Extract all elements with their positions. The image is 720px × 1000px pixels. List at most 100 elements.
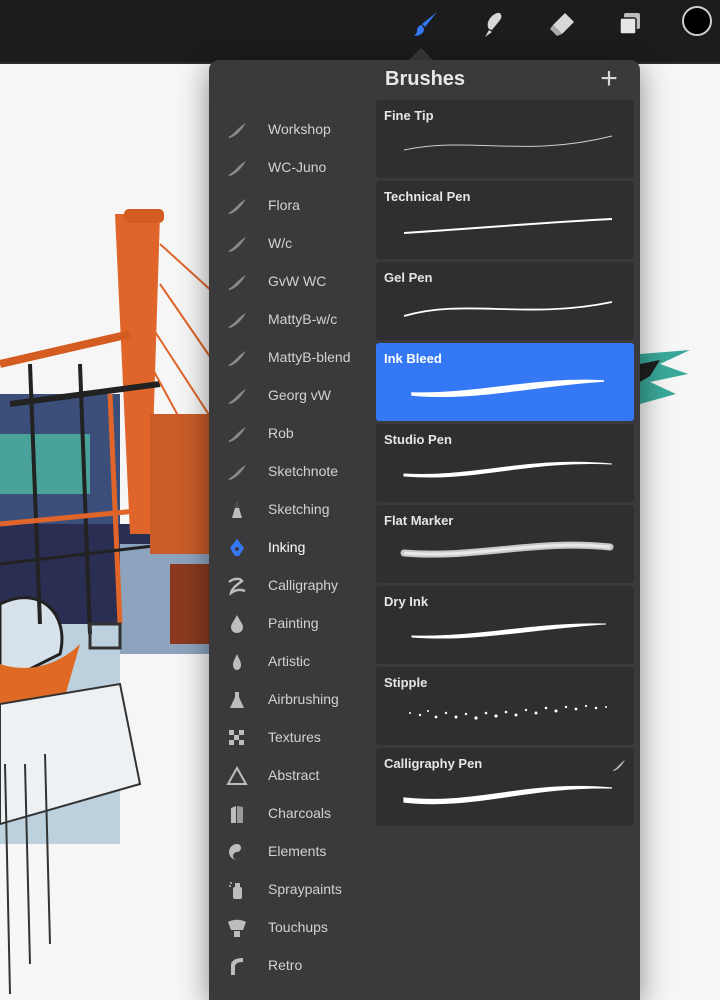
library-label: Calligraphy [268, 577, 339, 593]
brush-stroke-preview [400, 541, 614, 558]
library-label: Rob [268, 425, 294, 441]
brush-name: Dry Ink [384, 594, 429, 609]
charcoal-icon [226, 804, 248, 824]
spray-can-icon [226, 880, 248, 900]
library-item-retro[interactable]: Retro [209, 948, 375, 984]
library-item-workshop[interactable]: Workshop [209, 112, 375, 148]
library-item-rob[interactable]: Rob [209, 416, 375, 452]
brush-name: Studio Pen [384, 432, 452, 447]
library-item-spraypaints[interactable]: Spraypaints [209, 872, 375, 908]
library-item-mattyb-wc[interactable]: MattyB-w/c [209, 302, 375, 338]
library-label: Workshop [268, 121, 331, 137]
popover-arrow [409, 48, 433, 60]
brush-card-studio-pen[interactable]: Studio Pen [376, 424, 634, 502]
library-label: Inking [268, 539, 306, 555]
library-item-touchups[interactable]: Touchups [209, 910, 375, 946]
library-label: Touchups [268, 919, 328, 935]
library-item-wc-juno[interactable]: WC-Juno [209, 150, 375, 186]
library-label: Elements [268, 843, 327, 859]
library-item-inking[interactable]: Inking [209, 530, 375, 566]
color-swatch-button[interactable] [682, 6, 712, 36]
smudge-icon [485, 12, 502, 37]
library-label: WC-Juno [268, 159, 327, 175]
brush-stroke-icon [612, 758, 626, 776]
yin-yang-icon [226, 842, 248, 862]
library-item-painting[interactable]: Painting [209, 606, 375, 642]
retro-icon [226, 956, 248, 976]
brush-stroke-preview [403, 785, 613, 805]
brush-name: Gel Pen [384, 270, 433, 285]
smudge-tool-button[interactable] [478, 8, 510, 40]
library-item-artistic[interactable]: Artistic [209, 644, 375, 680]
brush-stroke-preview [403, 461, 613, 478]
brush-stroke-icon [226, 386, 248, 406]
library-label: MattyB-blend [268, 349, 351, 365]
library-item-airbrushing[interactable]: Airbrushing [209, 682, 375, 718]
brush-card-flat-marker[interactable]: Flat Marker [376, 505, 634, 583]
brush-stroke-icon [226, 234, 248, 254]
brush-stroke-preview [403, 135, 613, 151]
library-item-elements[interactable]: Elements [209, 834, 375, 870]
brush-name: Technical Pen [384, 189, 471, 204]
brush-stroke-preview [411, 623, 607, 639]
brush-card-dry-ink[interactable]: Dry Ink [376, 586, 634, 664]
brush-stroke-preview [403, 218, 613, 234]
eraser-tool-button[interactable] [546, 8, 578, 40]
library-item-textures[interactable]: Textures [209, 720, 375, 756]
library-label: Spraypaints [268, 881, 342, 897]
brush-card-calligraphy-pen[interactable]: Calligraphy Pen [376, 748, 634, 826]
brush-stroke-icon [226, 348, 248, 368]
library-label: GvW WC [268, 273, 327, 289]
brush-name: Ink Bleed [384, 351, 442, 366]
library-label: Painting [268, 615, 319, 631]
airbrush-icon [226, 690, 248, 710]
brush-card-gel-pen[interactable]: Gel Pen [376, 262, 634, 340]
brush-card-fine-tip[interactable]: Fine Tip [376, 100, 634, 178]
library-item-georg-vw[interactable]: Georg vW [209, 378, 375, 414]
library-item-calligraphy[interactable]: Calligraphy [209, 568, 375, 604]
library-label: Airbrushing [268, 691, 339, 707]
brush-card-ink-bleed[interactable]: Ink Bleed [376, 343, 634, 421]
library-label: Abstract [268, 767, 320, 783]
layers-tool-button[interactable] [614, 8, 646, 40]
artistic-drop-icon [226, 652, 248, 672]
library-item-wc[interactable]: W/c [209, 226, 375, 262]
library-item-flora[interactable]: Flora [209, 188, 375, 224]
brush-card-stipple[interactable]: Stipple [376, 667, 634, 745]
library-item-gvw-wc[interactable]: GvW WC [209, 264, 375, 300]
eraser-icon [550, 13, 574, 36]
library-item-charcoals[interactable]: Charcoals [209, 796, 375, 832]
brush-stroke-preview [403, 301, 613, 317]
brush-card-technical-pen[interactable]: Technical Pen [376, 181, 634, 259]
library-item-sketchnote[interactable]: Sketchnote [209, 454, 375, 490]
brush-name: Flat Marker [384, 513, 454, 528]
paint-drop-icon [226, 614, 248, 634]
library-label: MattyB-w/c [268, 311, 338, 327]
brush-name: Stipple [384, 675, 428, 690]
add-brush-button[interactable]: + [595, 64, 623, 94]
library-item-abstract[interactable]: Abstract [209, 758, 375, 794]
brush-stroke-icon [226, 462, 248, 482]
brush-icon [414, 12, 437, 36]
brushes-popover: Brushes + Workshop WC-Juno Flora W/c GvW… [209, 60, 640, 1000]
library-item-sketching[interactable]: Sketching [209, 492, 375, 528]
layers-icon [619, 13, 640, 35]
brush-stroke-icon [226, 120, 248, 140]
touchup-icon [226, 918, 248, 938]
checker-icon [226, 728, 248, 748]
library-label: Sketchnote [268, 463, 339, 479]
triangle-icon [226, 766, 248, 786]
library-label: Retro [268, 957, 303, 973]
library-label: Charcoals [268, 805, 332, 821]
brush-tool-button[interactable] [410, 8, 442, 40]
pencil-tip-icon [226, 500, 248, 520]
library-item-mattyb-blend[interactable]: MattyB-blend [209, 340, 375, 376]
library-label: Textures [268, 729, 321, 745]
brush-stroke-preview [411, 379, 605, 398]
library-label: Flora [268, 197, 300, 213]
top-toolbar [0, 0, 720, 64]
library-label: Georg vW [268, 387, 332, 403]
library-label: W/c [268, 235, 293, 251]
brush-name: Fine Tip [384, 108, 434, 123]
brush-stroke-icon [226, 158, 248, 178]
